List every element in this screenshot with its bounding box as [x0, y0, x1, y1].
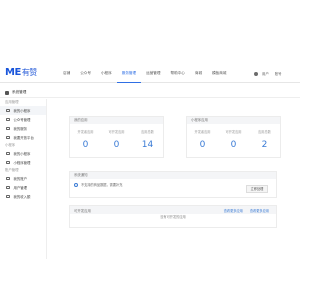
stats-card-apps: 我的应用 开发者应用 0 可开发应用 0 应用总数 14: [69, 116, 164, 158]
user-menu[interactable]: 用户 账号: [254, 71, 282, 76]
sidebar-item-mini-program[interactable]: 我的小程序: [0, 149, 46, 158]
info-icon: [74, 182, 78, 187]
stat-dev-mini: 开发者应用 0: [194, 130, 211, 150]
stat-dev-apps: 开发者应用 0: [77, 130, 94, 150]
nav-item-operations[interactable]: 运营管理: [141, 64, 165, 83]
nav-item-official-account[interactable]: 公众号: [75, 64, 96, 83]
user-account[interactable]: 账号: [275, 71, 282, 76]
notice-text: 不支持的商品数据，需要补充: [81, 183, 123, 187]
stats-card-title: 小程序应用: [187, 117, 280, 124]
system-notice: 系统通知 不支持的商品数据，需要补充 立即处理: [69, 171, 277, 198]
sidebar-item-my-account[interactable]: 我的账户: [0, 174, 46, 183]
users-icon: [6, 185, 10, 190]
sidebar-item-open-platform[interactable]: 我要开放平台: [0, 133, 46, 142]
user-icon: [254, 71, 258, 76]
user-icon: [6, 176, 10, 181]
nav-item-help[interactable]: 帮助中心: [166, 64, 190, 83]
stats-card-title: 我的应用: [70, 117, 163, 124]
sidebar-item-user-manage[interactable]: 用户管理: [0, 183, 46, 192]
sidebar-item-mini-program-manage[interactable]: 小程序管理: [0, 158, 46, 167]
sidebar: 应用管理 我的小程序 公众号管理 我的服务 我要开放平台 小程序 我的小程序 小…: [0, 99, 47, 259]
platform-icon: [6, 135, 10, 140]
stat-total-apps: 应用总数 14: [141, 130, 154, 150]
available-apps-table: 可开发应用 查看更多应用 查看更多应用 没有可开发的应用: [69, 205, 277, 228]
subheader: 系统管理: [0, 88, 300, 98]
income-icon: [6, 194, 10, 199]
manage-icon: [6, 160, 10, 165]
sidebar-item-official-account[interactable]: 公众号管理: [0, 115, 46, 124]
stat-available-mini: 可开发应用 0: [225, 130, 242, 150]
more-apps-link-2[interactable]: 查看更多应用: [250, 208, 269, 213]
nav-item-mini-program[interactable]: 小程序: [96, 64, 117, 83]
main-nav: 店铺 公众号 小程序 服务管理 运营管理 帮助中心 商城 模板商城: [58, 64, 231, 83]
stat-available-apps: 可开发应用 0: [108, 130, 125, 150]
process-button[interactable]: 立即处理: [246, 185, 268, 193]
app-icon: [6, 108, 10, 113]
sidebar-item-income[interactable]: 我的收入额: [0, 192, 46, 201]
service-icon: [6, 126, 10, 131]
logo-cn-text: 有赞: [21, 68, 38, 77]
sidebar-item-my-mini-program[interactable]: 我的小程序: [0, 106, 46, 115]
logo: ME有赞: [5, 67, 37, 78]
nav-item-template-mall[interactable]: 模板商城: [207, 64, 231, 83]
logo-text: ME: [5, 67, 21, 78]
account-icon: [6, 117, 10, 122]
table-title: 可开发应用: [74, 208, 91, 213]
sidebar-item-services[interactable]: 我的服务: [0, 124, 46, 133]
more-apps-link[interactable]: 查看更多应用: [224, 208, 243, 213]
user-name[interactable]: 用户: [262, 71, 269, 76]
mini-program-icon: [6, 151, 10, 156]
page-title: 系统管理: [12, 90, 27, 94]
sidebar-group-title: 小程序: [5, 143, 16, 147]
stats-card-mini-programs: 小程序应用 开发者应用 0 可开发应用 0 应用总数 2: [186, 116, 281, 158]
top-navbar: ME有赞 店铺 公众号 小程序 服务管理 运营管理 帮助中心 商城 模板商城 用…: [0, 64, 300, 83]
gear-icon: [5, 91, 9, 95]
sidebar-group-title: 账户管理: [5, 168, 19, 172]
nav-item-mall[interactable]: 商城: [190, 64, 207, 83]
nav-item-shop[interactable]: 店铺: [58, 64, 75, 83]
notice-title: 系统通知: [70, 172, 276, 179]
nav-item-service[interactable]: 服务管理: [116, 64, 142, 83]
sidebar-group-title: 应用管理: [5, 100, 19, 104]
table-empty-text: 没有可开发的应用: [160, 215, 186, 219]
stat-total-mini: 应用总数 2: [258, 130, 271, 150]
